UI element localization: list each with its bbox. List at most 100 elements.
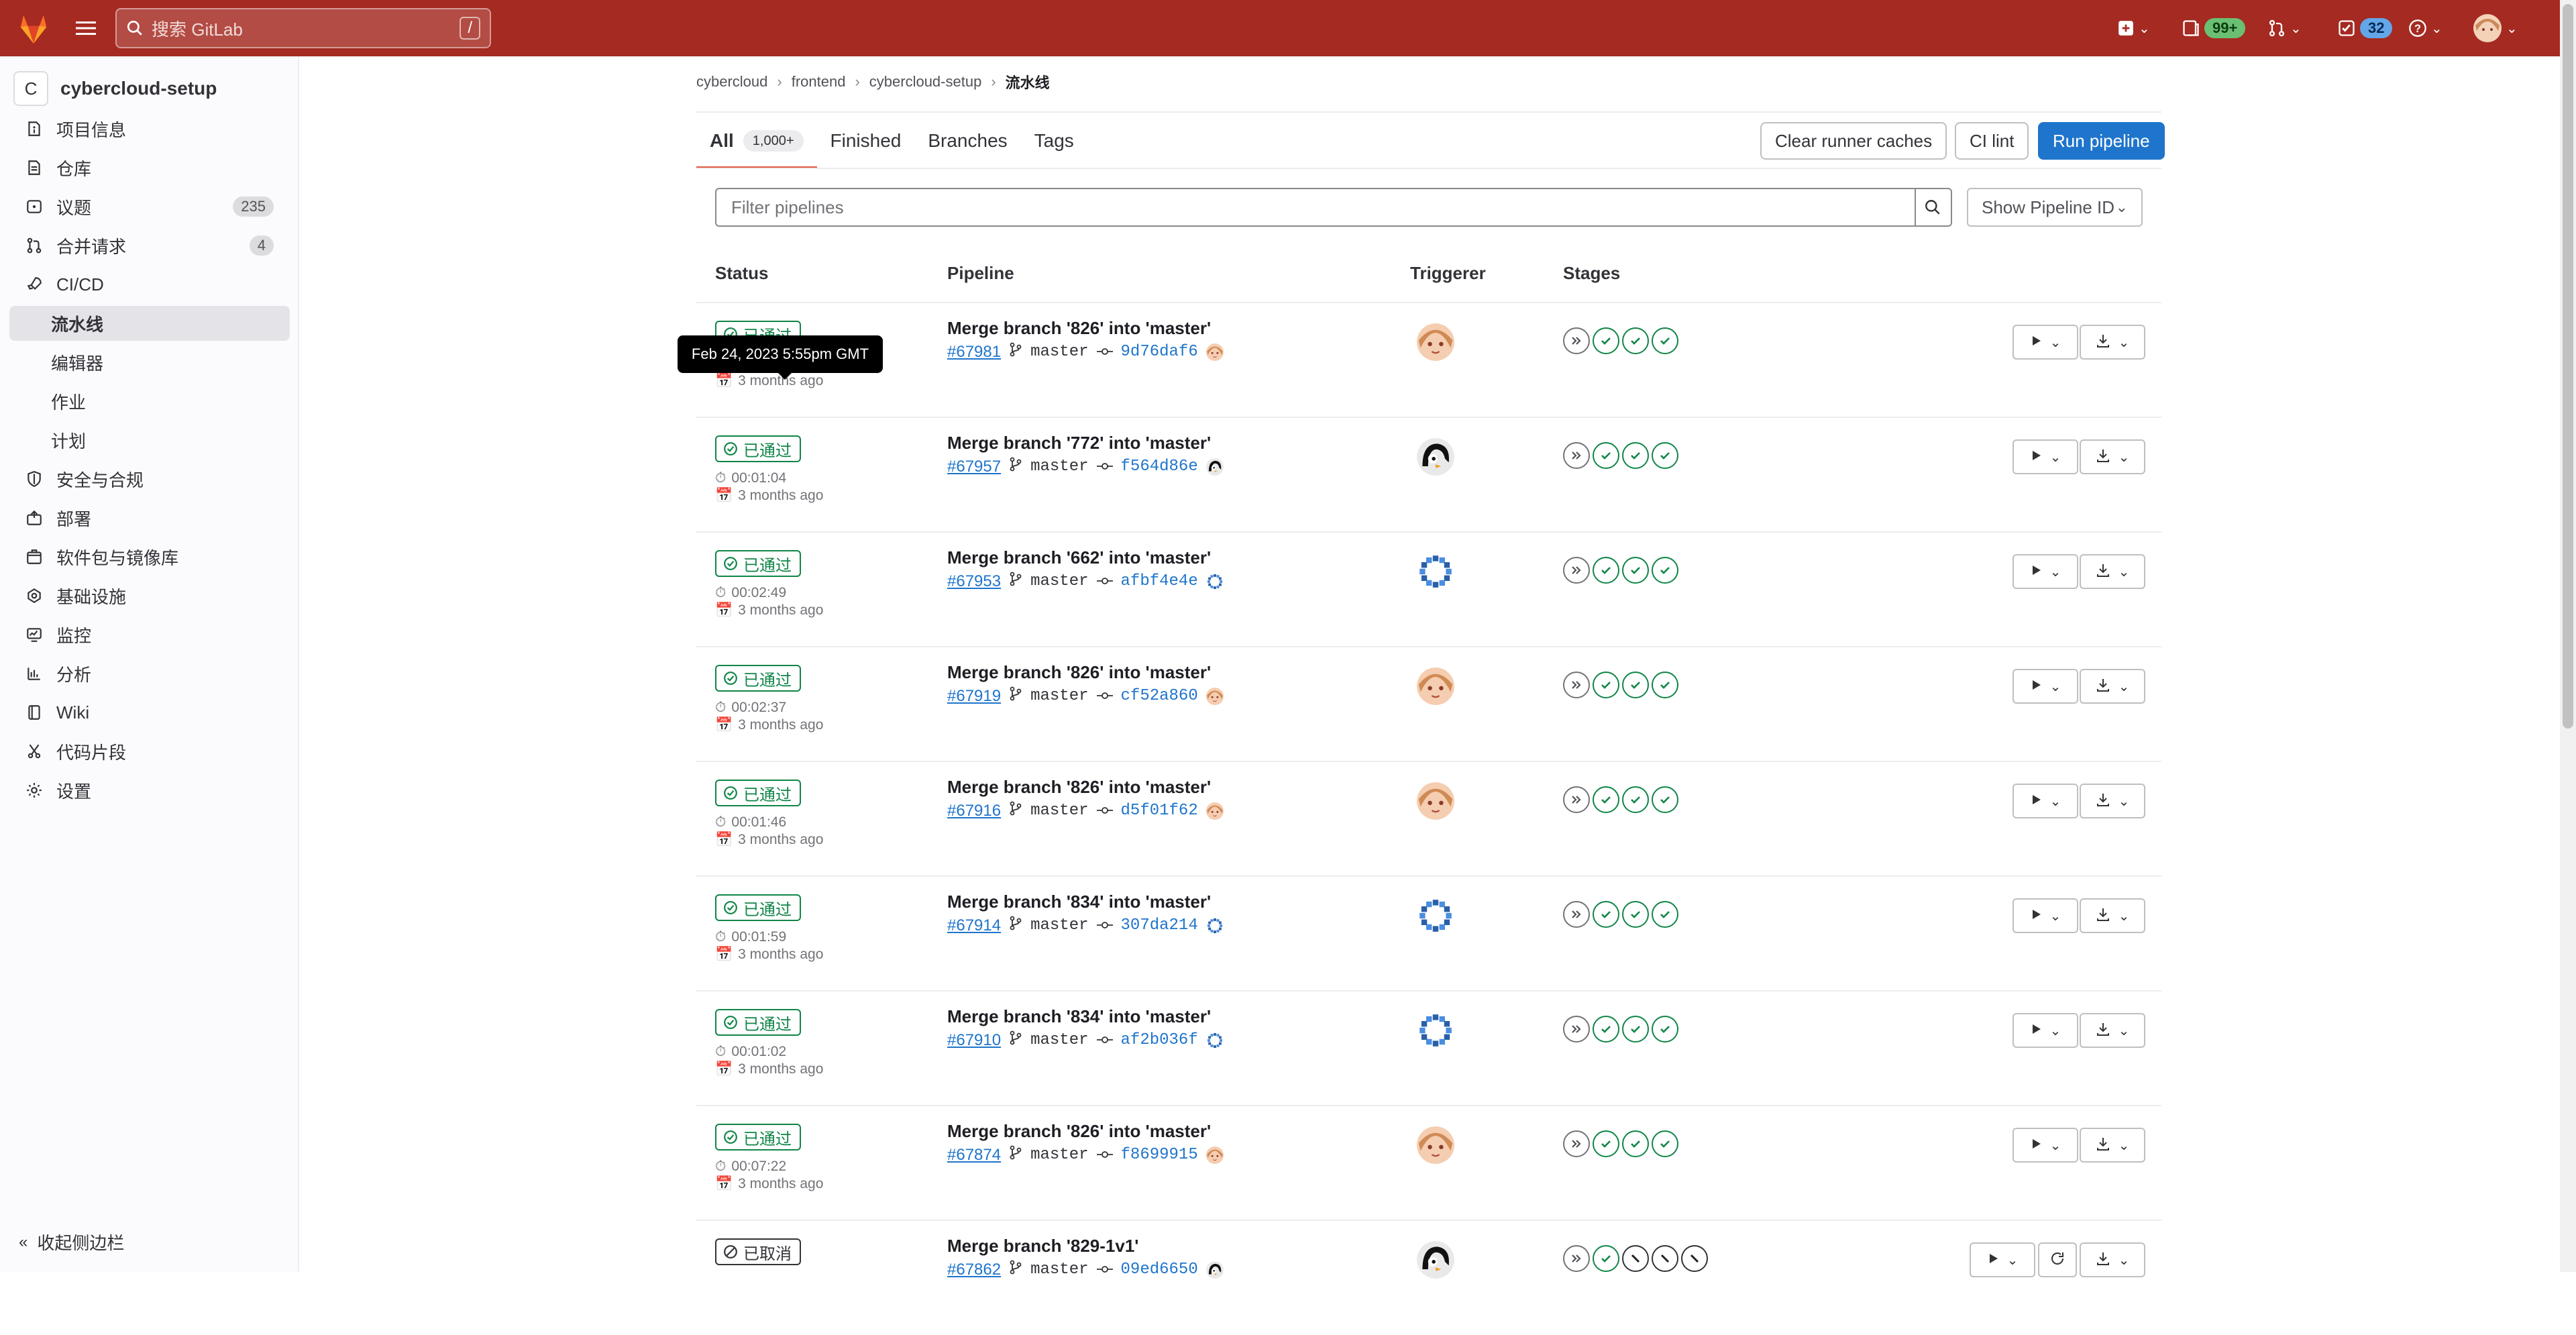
- download-artifacts-dropdown[interactable]: ⌄: [2080, 1242, 2145, 1277]
- branch-name[interactable]: master: [1030, 343, 1088, 361]
- stage-success-icon[interactable]: [1622, 1130, 1649, 1157]
- scrollbar[interactable]: [2560, 0, 2576, 1272]
- collapse-sidebar-button[interactable]: « 收起侧边栏: [19, 1230, 124, 1254]
- sidebar-item[interactable]: 项目信息: [9, 111, 290, 146]
- finished-time[interactable]: 📅 3 months ago: [715, 1176, 823, 1192]
- download-artifacts-dropdown[interactable]: ⌄: [2080, 1013, 2145, 1048]
- pipeline-id-link[interactable]: #67981: [947, 343, 1001, 362]
- sidebar-item[interactable]: 代码片段: [9, 734, 290, 769]
- commit-sha-link[interactable]: d5f01f62: [1121, 802, 1198, 820]
- triggerer-avatar[interactable]: [1417, 1126, 1454, 1164]
- stage-success-icon[interactable]: [1622, 442, 1649, 469]
- status-badge[interactable]: 已取消: [715, 1238, 801, 1265]
- sidebar-item[interactable]: 安全与合规: [9, 462, 290, 496]
- stage-success-icon[interactable]: [1593, 1245, 1619, 1272]
- breadcrumb-item[interactable]: cybercloud: [696, 73, 767, 91]
- finished-time[interactable]: 📅 3 months ago: [715, 832, 823, 848]
- show-pipeline-id-dropdown[interactable]: Show Pipeline ID ⌄: [1967, 188, 2143, 227]
- branch-name[interactable]: master: [1030, 687, 1088, 705]
- branch-name[interactable]: master: [1030, 1261, 1088, 1279]
- stage-skipped-icon[interactable]: [1563, 1016, 1590, 1043]
- gitlab-logo-icon[interactable]: [15, 9, 52, 47]
- stage-skipped-icon[interactable]: [1563, 1245, 1590, 1272]
- stage-success-icon[interactable]: [1622, 901, 1649, 928]
- issues-nav[interactable]: 99+: [2182, 11, 2246, 46]
- tab-all[interactable]: All 1,000+: [696, 113, 817, 169]
- stage-success-icon[interactable]: [1652, 1130, 1678, 1157]
- stage-success-icon[interactable]: [1622, 1016, 1649, 1043]
- stage-success-icon[interactable]: [1593, 327, 1619, 354]
- commit-author-avatar[interactable]: [1205, 458, 1224, 476]
- status-badge[interactable]: 已通过: [715, 1124, 801, 1151]
- tab-finished[interactable]: Finished: [817, 113, 915, 169]
- branch-name[interactable]: master: [1030, 802, 1088, 820]
- branch-name[interactable]: master: [1030, 1031, 1088, 1049]
- pipeline-id-link[interactable]: #67957: [947, 458, 1001, 476]
- breadcrumb-item[interactable]: cybercloud-setup: [869, 73, 982, 91]
- sidebar-item[interactable]: 合并请求 4: [9, 228, 290, 263]
- commit-sha-link[interactable]: f564d86e: [1121, 458, 1198, 476]
- project-header[interactable]: C cybercloud-setup: [13, 67, 217, 110]
- retry-button[interactable]: [2038, 1242, 2077, 1277]
- filter-search-button[interactable]: [1915, 188, 1952, 227]
- pipeline-id-link[interactable]: #67862: [947, 1261, 1001, 1279]
- pipeline-id-link[interactable]: #67910: [947, 1031, 1001, 1050]
- commit-sha-link[interactable]: af2b036f: [1121, 1031, 1198, 1049]
- pipeline-title[interactable]: Merge branch '662' into 'master': [947, 547, 1211, 568]
- stage-canceled-icon[interactable]: [1652, 1245, 1678, 1272]
- commit-author-avatar[interactable]: [1205, 1031, 1224, 1049]
- stage-skipped-icon[interactable]: [1563, 786, 1590, 813]
- status-badge[interactable]: 已通过: [715, 894, 801, 921]
- sidebar-item[interactable]: 部署: [9, 500, 290, 535]
- stage-success-icon[interactable]: [1593, 442, 1619, 469]
- stage-success-icon[interactable]: [1593, 557, 1619, 584]
- finished-time[interactable]: 📅 3 months ago: [715, 488, 823, 504]
- download-artifacts-dropdown[interactable]: ⌄: [2080, 784, 2145, 818]
- manual-play-dropdown[interactable]: ⌄: [2012, 554, 2078, 589]
- triggerer-avatar[interactable]: [1417, 1241, 1454, 1279]
- triggerer-avatar[interactable]: [1417, 782, 1454, 820]
- user-menu[interactable]: ⌄: [2473, 11, 2518, 46]
- stage-skipped-icon[interactable]: [1563, 901, 1590, 928]
- stage-canceled-icon[interactable]: [1622, 1245, 1649, 1272]
- stage-success-icon[interactable]: [1652, 672, 1678, 698]
- stage-skipped-icon[interactable]: [1563, 327, 1590, 354]
- triggerer-avatar[interactable]: [1417, 668, 1454, 705]
- status-badge[interactable]: 已通过: [715, 665, 801, 692]
- manual-play-dropdown[interactable]: ⌄: [2012, 325, 2078, 360]
- tab-branches[interactable]: Branches: [914, 113, 1020, 169]
- pipeline-id-link[interactable]: #67874: [947, 1146, 1001, 1165]
- status-badge[interactable]: 已通过: [715, 550, 801, 577]
- finished-time[interactable]: 📅 3 months ago: [715, 602, 823, 619]
- sidebar-item[interactable]: 议题 235: [9, 189, 290, 224]
- manual-play-dropdown[interactable]: ⌄: [2012, 898, 2078, 933]
- stage-success-icon[interactable]: [1622, 786, 1649, 813]
- clear-runner-caches-button[interactable]: Clear runner caches: [1760, 122, 1947, 160]
- pipeline-title[interactable]: Merge branch '772' into 'master': [947, 433, 1211, 453]
- ci-lint-button[interactable]: CI lint: [1955, 122, 2029, 160]
- pipeline-title[interactable]: Merge branch '826' into 'master': [947, 318, 1211, 339]
- triggerer-avatar[interactable]: [1417, 897, 1454, 934]
- commit-sha-link[interactable]: 9d76daf6: [1121, 343, 1198, 361]
- sidebar-item[interactable]: 流水线: [9, 306, 290, 341]
- sidebar-item[interactable]: Wiki: [9, 695, 290, 730]
- pipeline-title[interactable]: Merge branch '834' into 'master': [947, 892, 1211, 912]
- sidebar-item[interactable]: 软件包与镜像库: [9, 539, 290, 574]
- commit-author-avatar[interactable]: [1205, 572, 1224, 590]
- stage-success-icon[interactable]: [1593, 1016, 1619, 1043]
- run-pipeline-button[interactable]: Run pipeline: [2038, 122, 2165, 160]
- finished-time[interactable]: 📅 3 months ago: [715, 373, 823, 389]
- finished-time[interactable]: 📅 3 months ago: [715, 947, 823, 963]
- commit-sha-link[interactable]: 307da214: [1121, 916, 1198, 934]
- commit-sha-link[interactable]: afbf4e4e: [1121, 572, 1198, 590]
- manual-play-dropdown[interactable]: ⌄: [1970, 1242, 2035, 1277]
- branch-name[interactable]: master: [1030, 572, 1088, 590]
- stage-success-icon[interactable]: [1652, 557, 1678, 584]
- triggerer-avatar[interactable]: [1417, 553, 1454, 590]
- download-artifacts-dropdown[interactable]: ⌄: [2080, 898, 2145, 933]
- stage-success-icon[interactable]: [1622, 672, 1649, 698]
- finished-time[interactable]: 📅 3 months ago: [715, 1061, 823, 1077]
- breadcrumb-item[interactable]: frontend: [792, 73, 846, 91]
- stage-success-icon[interactable]: [1652, 327, 1678, 354]
- merge-requests-nav[interactable]: ⌄: [2267, 11, 2302, 46]
